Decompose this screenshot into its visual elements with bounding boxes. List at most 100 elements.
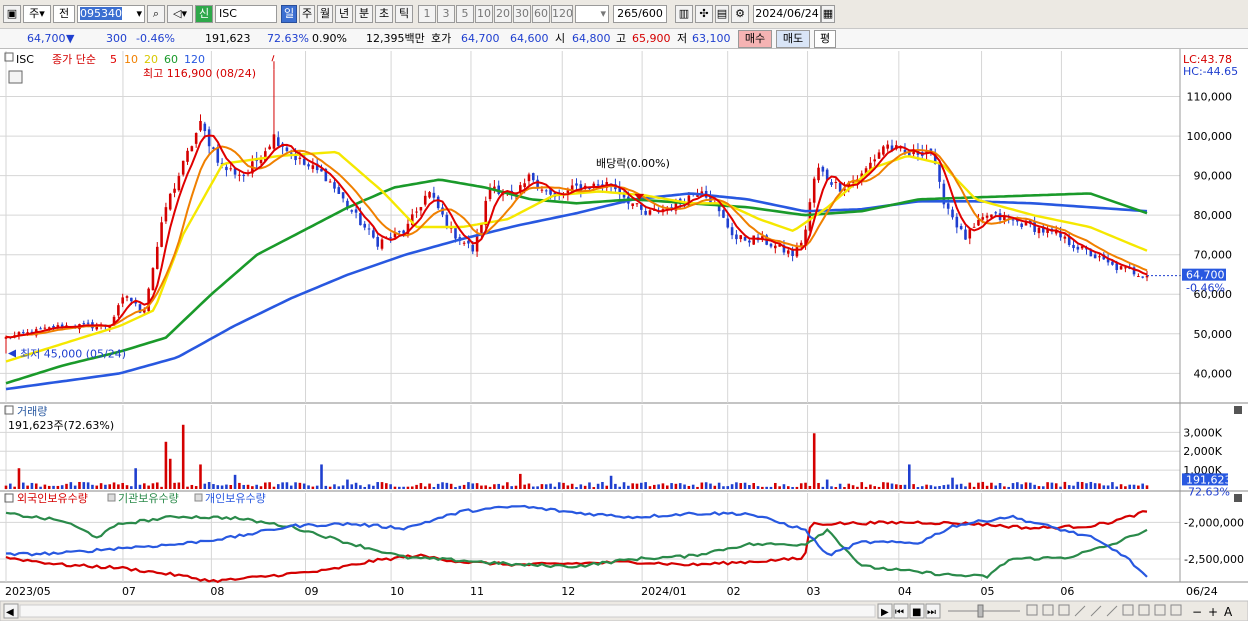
volume-bar xyxy=(665,485,669,489)
volume-bar xyxy=(661,483,665,489)
candle-body xyxy=(389,237,392,239)
interval-60[interactable]: 60 xyxy=(532,5,550,23)
market-label: 주 xyxy=(29,7,40,20)
volume-bar xyxy=(13,486,16,489)
period-day[interactable]: 일 xyxy=(281,5,297,23)
volume-bar xyxy=(895,484,898,489)
holdings-close-icon[interactable] xyxy=(1234,494,1242,502)
dividend-annotation: 배당락(0.00%) xyxy=(596,157,670,170)
stock-code-input[interactable]: 095340 ▾ xyxy=(77,5,145,23)
zoom-slider-thumb[interactable] xyxy=(977,604,984,618)
volume-bar xyxy=(337,486,341,489)
volume-close-icon[interactable] xyxy=(1234,406,1242,414)
volume-bar xyxy=(977,482,980,489)
period-week[interactable]: 주 xyxy=(299,5,315,23)
volume-bar xyxy=(575,487,578,489)
sell-button[interactable]: 매도 xyxy=(776,30,810,48)
volume-bar xyxy=(562,482,565,489)
volume-value-label: 191,623주(72.63%) xyxy=(8,419,114,432)
interval-20[interactable]: 20 xyxy=(494,5,512,23)
speaker-icon[interactable]: ◁▾ xyxy=(167,5,193,23)
save-icon[interactable]: ▤ xyxy=(715,5,729,23)
auto-scale-icon[interactable]: A xyxy=(1224,605,1233,619)
zoom-in-icon[interactable]: + xyxy=(1208,605,1218,619)
scroll-left-icon: ◀ xyxy=(6,607,14,618)
volume-bar xyxy=(1041,486,1045,489)
period-minute[interactable]: 분 xyxy=(355,5,373,23)
candle-body xyxy=(39,328,42,330)
period-tick[interactable]: 틱 xyxy=(395,5,413,23)
bar-count-field[interactable]: 265/600 xyxy=(613,5,667,23)
volume-bar xyxy=(972,486,976,489)
volume-bar xyxy=(398,486,401,489)
volume-bar xyxy=(1050,482,1054,489)
buy-button[interactable]: 매수 xyxy=(738,30,772,48)
hc-label: HC:-44.65 xyxy=(1183,65,1238,78)
volume-bar xyxy=(134,468,137,489)
candle-body xyxy=(259,159,263,164)
date-field[interactable]: 2024/06/24 xyxy=(753,5,821,23)
interval-dropdown[interactable]: ▾ xyxy=(575,5,609,23)
candle-body xyxy=(726,218,730,228)
volume-bar xyxy=(65,483,68,489)
search-icon[interactable]: ⌕ xyxy=(147,5,165,23)
period-month[interactable]: 월 xyxy=(317,5,333,23)
volume-bar xyxy=(449,483,453,489)
candle-body xyxy=(808,202,812,231)
calendar-icon[interactable]: ▦ xyxy=(821,5,835,23)
candle-body xyxy=(648,210,652,215)
volume-bar xyxy=(899,484,902,489)
interval-30[interactable]: 30 xyxy=(513,5,531,23)
volume-bar xyxy=(95,485,99,489)
stock-name-field[interactable]: ISC xyxy=(215,5,277,23)
interval-120[interactable]: 120 xyxy=(551,5,573,23)
gear-icon[interactable]: ⚙ xyxy=(731,5,749,23)
first-icon: ⏮ xyxy=(895,607,904,618)
candle-body xyxy=(830,182,833,185)
volume-bar xyxy=(644,482,647,489)
ma-legend-120: 120 xyxy=(184,53,205,66)
volume-bar xyxy=(173,482,176,489)
volume-bar xyxy=(869,484,872,489)
candle-body xyxy=(1020,223,1023,227)
x-axis-label: 05 xyxy=(981,585,995,598)
interval-3[interactable]: 3 xyxy=(437,5,455,23)
market-select[interactable]: 주▾ xyxy=(23,5,51,23)
period-year[interactable]: 년 xyxy=(335,5,353,23)
window-icon[interactable]: ▣ xyxy=(3,5,21,23)
volume-bar xyxy=(69,482,73,489)
volume-bar xyxy=(1033,484,1036,489)
candle xyxy=(882,145,885,156)
volume-bar xyxy=(951,477,954,489)
crosshair-icon[interactable]: ✣ xyxy=(695,5,713,23)
horizontal-scrollbar[interactable] xyxy=(19,604,876,618)
volume-bar xyxy=(648,486,652,489)
volume-bar xyxy=(432,487,436,489)
zoom-out-icon[interactable]: − xyxy=(1192,605,1202,619)
prev-button[interactable]: 전 xyxy=(53,5,75,23)
volume-bar xyxy=(393,486,397,489)
candle-body xyxy=(238,174,241,176)
candle-icon[interactable]: ▥ xyxy=(675,5,693,23)
volume-bar xyxy=(229,485,233,489)
volume-bar xyxy=(151,483,155,489)
volume-bar xyxy=(186,486,189,489)
candle-body xyxy=(877,152,881,159)
candle-body xyxy=(372,230,375,238)
interval-5[interactable]: 5 xyxy=(456,5,474,23)
candle-body xyxy=(968,229,972,239)
volume-bar xyxy=(372,485,375,489)
volume-bar xyxy=(471,483,475,489)
eval-button[interactable]: 평 xyxy=(814,30,836,48)
interval-10[interactable]: 10 xyxy=(475,5,493,23)
price-tick-label: 80,000 xyxy=(1194,209,1233,222)
volume-bar xyxy=(493,484,496,489)
period-second[interactable]: 초 xyxy=(375,5,393,23)
calculator-icon[interactable] xyxy=(8,70,23,84)
volume-bar xyxy=(653,484,656,489)
interval-1[interactable]: 1 xyxy=(418,5,436,23)
volume-bar xyxy=(121,482,124,489)
volume-bar xyxy=(324,485,328,489)
candle-body xyxy=(207,129,211,147)
candle-body xyxy=(786,250,790,254)
